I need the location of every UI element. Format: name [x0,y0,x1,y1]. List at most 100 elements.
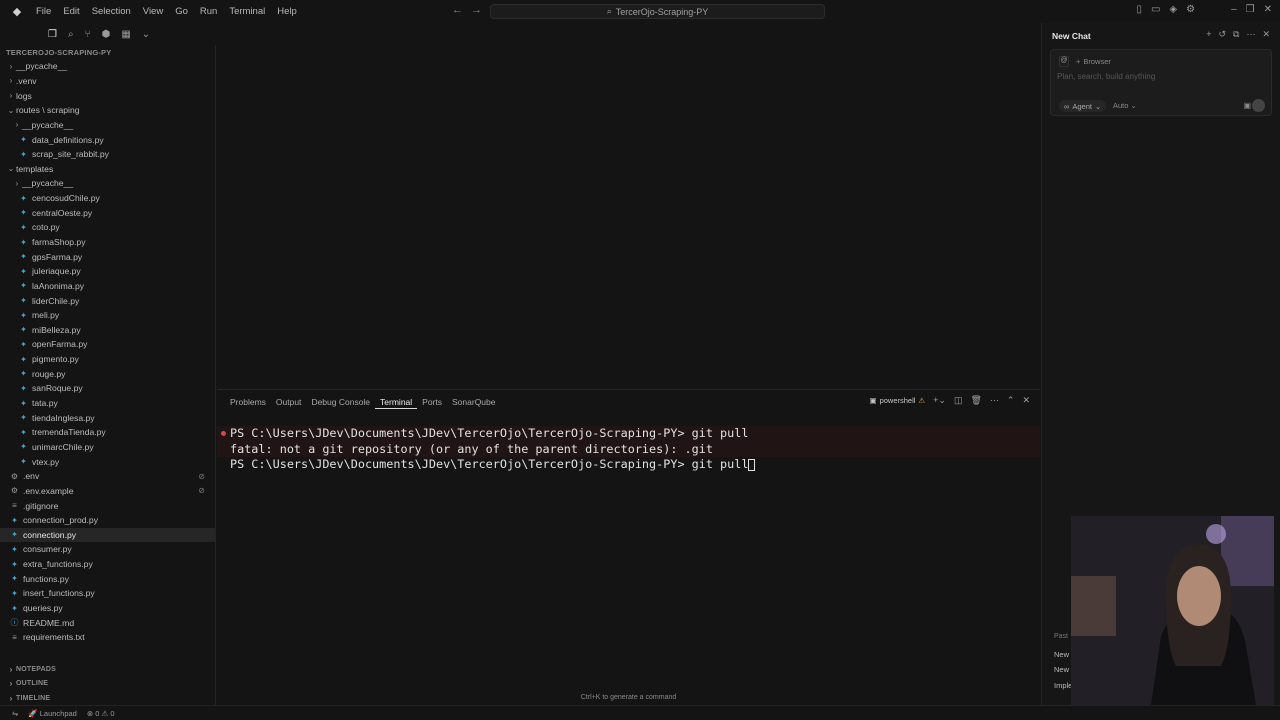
agent-mode-select[interactable]: ∞ Agent ⌄ [1059,100,1107,112]
menu-file[interactable]: File [30,6,57,17]
source-control-icon[interactable]: ⑂ [85,29,91,40]
extensions-icon[interactable]: ⬢ [102,29,111,40]
editor-area[interactable] [217,23,1040,389]
file-item[interactable]: ✦ insert_functions.py [0,586,215,601]
restore-icon[interactable]: ❐ [1246,4,1255,15]
model-select[interactable]: Auto ⌄ [1113,101,1137,110]
tab-ports[interactable]: Ports [417,395,447,409]
file-item[interactable]: ✦ gpsFarma.py [0,249,215,264]
menu-edit[interactable]: Edit [57,6,85,17]
file-item[interactable]: ✦ meli.py [0,308,215,323]
more-icon[interactable]: ⋯ [1246,29,1255,40]
file-item[interactable]: ≡ requirements.txt [0,630,215,645]
tab-debug-console[interactable]: Debug Console [306,395,375,409]
tab-problems[interactable]: Problems [225,395,271,409]
file-item[interactable]: ✦ openFarma.py [0,337,215,352]
image-icon[interactable]: ▣ [1243,101,1251,110]
trash-icon[interactable]: 🗑 [970,395,981,406]
file-item[interactable]: ✦ tiendaInglesa.py [0,410,215,425]
file-item[interactable]: ⓘ README.md [0,615,215,630]
file-item[interactable]: ✦ tremendaTienda.py [0,425,215,440]
chevron-down-icon[interactable]: ⌄ [142,29,150,40]
close-window-icon[interactable]: ✕ [1264,4,1272,15]
remote-icon[interactable]: ⇋ [12,709,18,718]
maximize-panel-icon[interactable]: ⌃ [1007,395,1015,406]
past-chat-item[interactable]: New [1054,665,1069,674]
history-icon[interactable]: ↺ [1218,29,1226,40]
file-item[interactable]: ✦ coto.py [0,220,215,235]
past-chat-item[interactable]: New [1054,650,1069,659]
browser-chip[interactable]: + Browser [1076,56,1111,67]
file-item[interactable]: ✦ queries.py [0,601,215,616]
past-chat-item[interactable]: Imple [1054,681,1072,690]
file-item[interactable]: ✦ juleriaque.py [0,264,215,279]
close-panel-icon[interactable]: ✕ [1022,395,1030,406]
layout-icon[interactable]: ▦ [121,29,130,40]
menu-selection[interactable]: Selection [86,6,137,17]
toggle-panel-icon[interactable]: ▭ [1151,4,1160,15]
folder-item[interactable]: › __pycache__ [0,118,215,133]
file-item[interactable]: ✦ rouge.py [0,366,215,381]
file-item[interactable]: ✦ vtex.py [0,454,215,469]
file-item[interactable]: ✦ consumer.py [0,542,215,557]
tab-sonarqube[interactable]: SonarQube [447,395,500,409]
file-item[interactable]: ✦ unimarcChile.py [0,440,215,455]
file-item[interactable]: ✦ tata.py [0,396,215,411]
section-notepads[interactable]: › NOTEPADS [0,662,216,677]
close-icon[interactable]: ✕ [1262,29,1270,40]
file-item[interactable]: ✦ laAnonima.py [0,279,215,294]
file-item[interactable]: ✦ sanRoque.py [0,381,215,396]
file-item[interactable]: ✦ farmaShop.py [0,235,215,250]
explorer-icon[interactable]: ❐ [48,29,57,40]
split-terminal-icon[interactable]: ◫ [954,395,963,406]
file-item[interactable]: ✦ extra_functions.py [0,557,215,572]
file-item[interactable]: ⚙ .env ⊘ [0,469,215,484]
back-arrow-icon[interactable]: ← [452,4,463,16]
section-timeline[interactable]: › TIMELINE [0,691,216,706]
file-item[interactable]: ✦ liderChile.py [0,293,215,308]
file-item[interactable]: ✦ data_definitions.py [0,132,215,147]
folder-item[interactable]: › logs [0,88,215,103]
launchpad-item[interactable]: 🚀 Launchpad [28,709,77,718]
more-icon[interactable]: ⋯ [990,395,999,406]
file-item[interactable]: ✦ functions.py [0,571,215,586]
minimize-icon[interactable]: – [1231,4,1237,15]
chat-input[interactable] [1057,72,1262,81]
tab-output[interactable]: Output [271,395,307,409]
send-button[interactable] [1252,99,1265,112]
search-view-icon[interactable]: ⌕ [68,29,74,40]
file-item[interactable]: ≡ .gitignore [0,498,215,513]
menu-go[interactable]: Go [169,6,194,17]
mention-button[interactable]: @ [1059,56,1069,67]
menu-view[interactable]: View [137,6,169,17]
file-item[interactable]: ✦ connection_prod.py [0,513,215,528]
folder-item[interactable]: ⌄ templates [0,161,215,176]
menu-run[interactable]: Run [194,6,223,17]
file-item[interactable]: ✦ pigmento.py [0,352,215,367]
file-item[interactable]: ⚙ .env.example ⊘ [0,484,215,499]
copy-icon[interactable]: ⧉ [1233,29,1239,40]
command-center[interactable]: ⌕ TercerOjo-Scraping-PY [490,4,825,19]
new-chat-icon[interactable]: + [1206,29,1211,40]
file-item[interactable]: ✦ connection.py [0,527,215,543]
terminal-output[interactable]: PS C:\Users\JDev\Documents\JDev\TercerOj… [217,426,1040,473]
menu-help[interactable]: Help [271,6,303,17]
file-item[interactable]: ✦ scrap_site_rabbit.py [0,147,215,162]
folder-item[interactable]: › __pycache__ [0,176,215,191]
tab-terminal[interactable]: Terminal [375,395,418,409]
settings-gear-icon[interactable]: ⚙ [1186,4,1195,15]
explorer-root[interactable]: TERCEROJO-SCRAPING-PY [0,45,215,59]
folder-item[interactable]: › __pycache__ [0,59,215,74]
file-item[interactable]: ✦ miBelleza.py [0,323,215,338]
file-item[interactable]: ✦ centralOeste.py [0,205,215,220]
folder-item[interactable]: › .venv [0,74,215,89]
problems-status[interactable]: ⊗ 0 ⚠ 0 [87,709,115,718]
forward-arrow-icon[interactable]: → [471,4,482,16]
section-outline[interactable]: › OUTLINE [0,677,216,692]
terminal-selector[interactable]: ▣ powershell ⚠ [869,396,925,405]
toggle-sidebar-icon[interactable]: ▯ [1136,4,1142,15]
extension-icon[interactable]: ◈ [1169,4,1177,15]
menu-terminal[interactable]: Terminal [223,6,271,17]
add-terminal-icon[interactable]: +⌄ [933,395,946,406]
file-item[interactable]: ✦ cencosudChile.py [0,191,215,206]
